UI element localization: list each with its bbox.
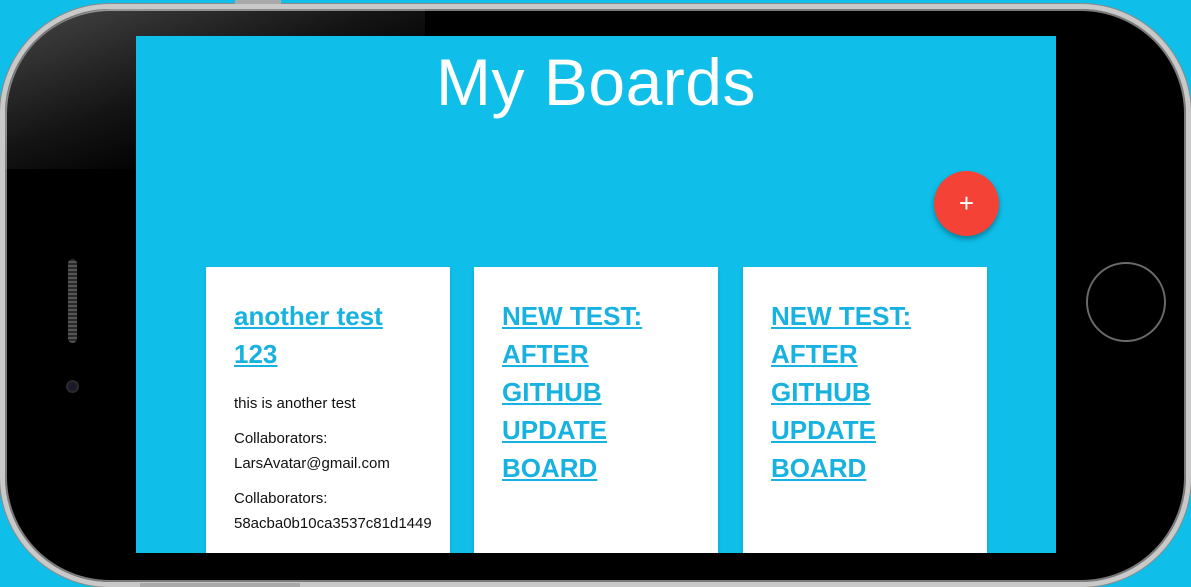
board-collaborators: Collaborators: LarsAvatar@gmail.com (234, 426, 422, 476)
board-title-line: 123 (234, 339, 278, 369)
board-card: NEW TEST: AFTER GITHUB UPDATE BOARD (474, 267, 718, 553)
board-title-line: NEW TEST: (771, 301, 912, 331)
board-card: NEW TEST: AFTER GITHUB UPDATE BOARD (743, 267, 987, 553)
add-board-button[interactable]: + (934, 171, 999, 236)
collaborator-value: 58acba0b10ca3537c81d1449 (234, 515, 432, 532)
board-collaborators: Collaborators: 58acba0b10ca3537c81d1449 (234, 486, 432, 536)
board-title-line: AFTER (502, 339, 589, 369)
collaborator-value: LarsAvatar@gmail.com (234, 455, 390, 472)
board-title-link[interactable]: NEW TEST: AFTER GITHUB UPDATE BOARD (771, 297, 959, 487)
board-title-line: NEW TEST: (502, 301, 643, 331)
front-camera (68, 382, 77, 391)
board-title-link[interactable]: NEW TEST: AFTER GITHUB UPDATE BOARD (502, 297, 690, 487)
speaker-grille (68, 259, 77, 343)
home-button[interactable] (1086, 262, 1166, 342)
board-title-link[interactable]: another test 123 (234, 297, 422, 373)
app-screen: My Boards + another test 123 this is ano… (136, 36, 1056, 553)
board-title-line: BOARD (771, 453, 867, 483)
board-title-line: AFTER (771, 339, 858, 369)
board-title-line: GITHUB (771, 377, 871, 407)
board-title-line: UPDATE (502, 415, 607, 445)
board-description: this is another test (234, 395, 356, 412)
board-title-line: BOARD (502, 453, 598, 483)
board-title-line: another test (234, 301, 383, 331)
collaborators-label: Collaborators: (234, 430, 328, 447)
page-title: My Boards (436, 45, 756, 119)
side-button-bottom (140, 583, 300, 587)
board-card: another test 123 this is another test Co… (206, 267, 450, 553)
collaborators-label: Collaborators: (234, 490, 328, 507)
board-title-line: UPDATE (771, 415, 876, 445)
board-title-line: GITHUB (502, 377, 602, 407)
volume-button (235, 0, 281, 4)
